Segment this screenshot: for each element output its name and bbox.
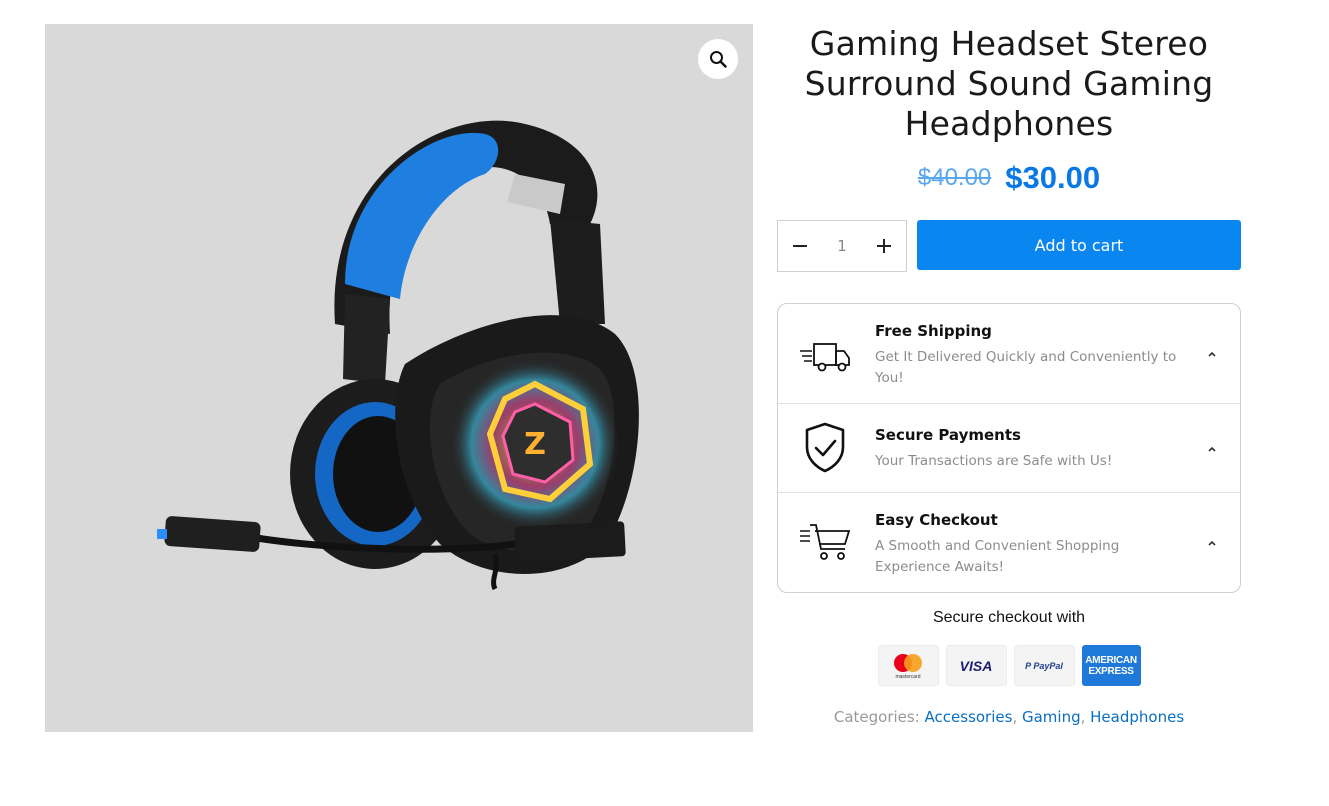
feature-description: A Smooth and Convenient Shopping Experie… <box>875 538 1120 575</box>
feature-free-shipping[interactable]: Free Shipping Get It Delivered Quickly a… <box>778 304 1240 404</box>
feature-accordion: Free Shipping Get It Delivered Quickly a… <box>777 303 1241 593</box>
add-to-cart-button[interactable]: Add to cart <box>917 220 1241 270</box>
feature-title: Easy Checkout <box>875 511 998 529</box>
product-title: Gaming Headset Stereo Surround Sound Gam… <box>804 24 1214 143</box>
chevron-up-icon <box>1208 351 1216 357</box>
chevron-up-icon <box>1208 540 1216 546</box>
sale-price: $30.00 <box>1005 160 1101 195</box>
category-link-headphones[interactable]: Headphones <box>1090 708 1184 726</box>
truck-icon <box>800 343 850 372</box>
minus-icon[interactable] <box>792 238 808 254</box>
headset-product-image: Z <box>157 120 639 591</box>
mastercard-circles-icon <box>894 653 922 672</box>
quantity-input[interactable] <box>817 237 867 255</box>
feature-title: Secure Payments <box>875 426 1021 444</box>
product-summary: Gaming Headset Stereo Surround Sound Gam… <box>777 24 1241 726</box>
category-link-gaming[interactable]: Gaming <box>1022 708 1081 726</box>
feature-description: Get It Delivered Quickly and Convenientl… <box>875 349 1177 386</box>
paypal-text: P PayPal <box>1025 660 1063 671</box>
add-to-cart-form: Add to cart <box>777 220 1241 272</box>
feature-description: Your Transactions are Safe with Us! <box>875 453 1113 469</box>
cart-icon <box>800 524 851 560</box>
plus-icon[interactable] <box>876 238 892 254</box>
categories-label: Categories: <box>833 708 920 726</box>
regular-price: $40.00 <box>917 164 992 191</box>
product-gallery: Z <box>45 24 753 732</box>
amex-logo: AMERICAN EXPRESS <box>1081 645 1141 686</box>
price: $40.00 $30.00 <box>777 158 1241 198</box>
feature-easy-checkout[interactable]: Easy Checkout A Smooth and Convenient Sh… <box>778 493 1240 592</box>
category-link-accessories[interactable]: Accessories <box>925 708 1013 726</box>
mastercard-text: mastercard <box>895 673 921 680</box>
visa-logo: VISA <box>945 645 1007 686</box>
quantity-stepper <box>777 220 907 272</box>
product-categories: Categories: Accessories, Gaming, Headpho… <box>833 708 1185 726</box>
chevron-up-icon <box>1208 446 1216 452</box>
mastercard-logo: mastercard <box>877 645 939 686</box>
zoom-button[interactable] <box>698 39 738 79</box>
shield-check-icon <box>805 422 845 473</box>
amex-line1: AMERICAN <box>1085 654 1137 666</box>
secure-checkout-label: Secure checkout with <box>932 609 1086 626</box>
magnifier-icon <box>710 51 727 68</box>
paypal-logo: P PayPal <box>1013 645 1075 686</box>
feature-title: Free Shipping <box>875 322 992 340</box>
visa-text: VISA <box>959 657 993 674</box>
feature-secure-payments[interactable]: Secure Payments Your Transactions are Sa… <box>778 404 1240 493</box>
svg-text:Z: Z <box>524 427 546 462</box>
amex-line2: EXPRESS <box>1088 665 1134 677</box>
payment-methods: mastercard VISA P PayPal AMERICAN EXPRES… <box>777 645 1241 686</box>
